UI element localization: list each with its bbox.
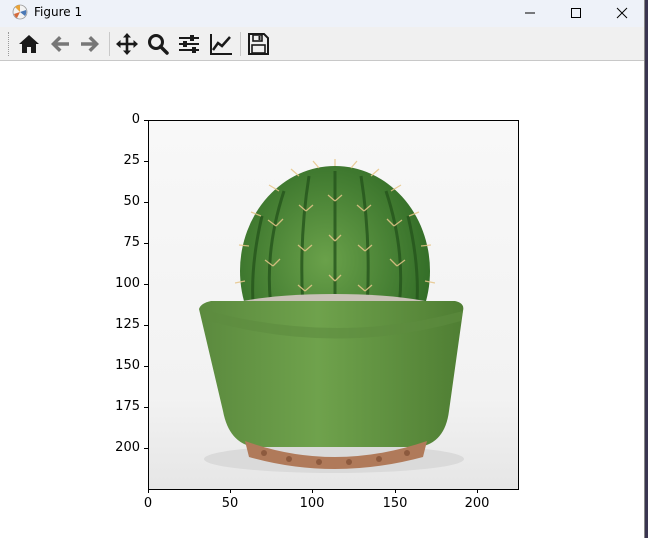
x-tick-label: 150 [382, 496, 408, 511]
toolbar-grip[interactable] [8, 32, 11, 56]
y-tick-mark [144, 366, 148, 367]
y-tick-mark [144, 448, 148, 449]
line-chart-icon [210, 34, 232, 55]
y-tick-label: 100 [115, 276, 140, 291]
x-tick-mark [230, 489, 231, 493]
y-tick-label: 0 [131, 112, 140, 127]
x-tick-mark [395, 489, 396, 493]
toolbar-separator [240, 32, 241, 56]
figure-window: Figure 1 0 25 50 75 100 125 150 175 200 … [0, 0, 645, 538]
y-tick-mark [144, 243, 148, 244]
y-tick-mark [144, 284, 148, 285]
minimize-button[interactable] [507, 0, 553, 27]
window-title: Figure 1 [34, 5, 83, 19]
subplots-button[interactable] [176, 31, 202, 57]
x-tick-mark [148, 489, 149, 493]
customize-button[interactable] [208, 31, 234, 57]
y-tick-mark [144, 325, 148, 326]
arrow-right-icon [81, 36, 99, 52]
x-tick-mark [312, 489, 313, 493]
floppy-disk-icon [248, 33, 269, 55]
move-icon [116, 33, 138, 55]
title-bar: Figure 1 [0, 0, 644, 27]
arrow-left-icon [51, 36, 69, 52]
x-tick-label: 200 [464, 496, 490, 511]
y-tick-mark [144, 161, 148, 162]
y-tick-mark [144, 202, 148, 203]
sliders-icon [179, 35, 199, 53]
y-tick-label: 75 [123, 235, 140, 250]
y-tick-label: 200 [115, 440, 140, 455]
y-tick-mark [144, 407, 148, 408]
close-button[interactable] [599, 0, 644, 27]
forward-button[interactable] [77, 31, 103, 57]
maximize-icon [571, 8, 581, 18]
matplotlib-icon [12, 4, 28, 20]
y-tick-label: 25 [123, 153, 140, 168]
pan-button[interactable] [114, 31, 140, 57]
cactus-image [149, 121, 518, 489]
back-button[interactable] [47, 31, 73, 57]
x-tick-mark [477, 489, 478, 493]
x-tick-label: 100 [299, 496, 325, 511]
y-tick-label: 125 [115, 317, 140, 332]
y-tick-mark [144, 120, 148, 121]
magnifier-icon [148, 34, 169, 55]
toolbar-separator [109, 32, 110, 56]
home-button[interactable] [16, 31, 42, 57]
save-button[interactable] [245, 31, 271, 57]
navigation-toolbar [0, 27, 644, 61]
y-tick-label: 50 [123, 194, 140, 209]
x-tick-label: 50 [221, 496, 239, 511]
minimize-icon [525, 12, 535, 14]
maximize-button[interactable] [553, 0, 599, 27]
home-icon [19, 35, 39, 53]
axes-image[interactable] [148, 120, 519, 490]
x-tick-label: 0 [143, 496, 153, 511]
zoom-button[interactable] [145, 31, 171, 57]
close-icon [616, 7, 628, 19]
y-tick-label: 175 [115, 399, 140, 414]
y-tick-label: 150 [115, 358, 140, 373]
